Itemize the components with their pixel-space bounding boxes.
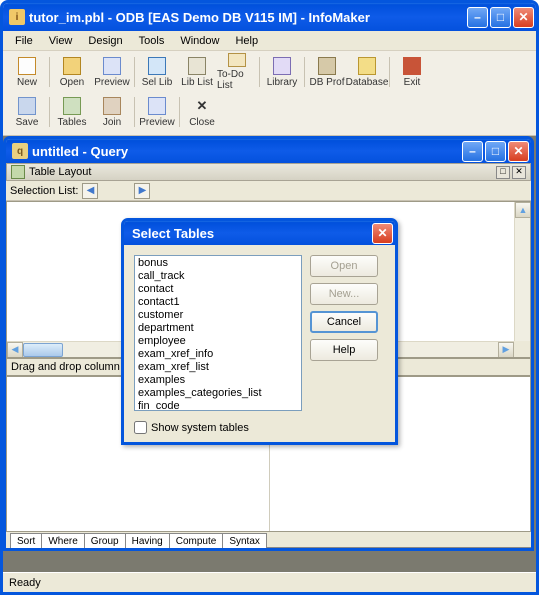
liblist-icon — [188, 57, 206, 75]
dbprof-icon — [318, 57, 336, 75]
minimize-button[interactable]: – — [467, 7, 488, 28]
table-layout-icon — [11, 165, 25, 179]
join-icon — [103, 97, 121, 115]
tab-compute[interactable]: Compute — [169, 533, 224, 548]
tool-close[interactable]: ✕Close — [182, 93, 222, 131]
preview2-icon — [148, 97, 166, 115]
tool-dbprof[interactable]: DB Prof — [307, 53, 347, 91]
child-maximize-button[interactable]: □ — [485, 141, 506, 162]
app-icon: i — [9, 9, 25, 25]
tab-syntax[interactable]: Syntax — [222, 533, 267, 548]
dialog-titlebar[interactable]: Select Tables ✕ — [124, 221, 395, 245]
query-titlebar[interactable]: q untitled - Query – □ ✕ — [6, 139, 531, 163]
list-item[interactable]: contact1 — [136, 296, 300, 309]
library-icon — [273, 57, 291, 75]
main-title: tutor_im.pbl - ODB [EAS Demo DB V115 IM]… — [29, 10, 467, 25]
tool-new[interactable]: New — [7, 53, 47, 91]
list-item[interactable]: exam_xref_list — [136, 361, 300, 374]
tool-preview[interactable]: Preview — [92, 53, 132, 91]
todo-icon — [228, 53, 246, 67]
tab-having[interactable]: Having — [125, 533, 170, 548]
tool-join[interactable]: Join — [92, 93, 132, 131]
query-title: untitled - Query — [32, 144, 462, 159]
tool-sellib[interactable]: Sel Lib — [137, 53, 177, 91]
show-system-tables-label: Show system tables — [151, 422, 249, 434]
tool-liblist[interactable]: Lib List — [177, 53, 217, 91]
list-item[interactable]: bonus — [136, 257, 300, 270]
select-tables-dialog: Select Tables ✕ bonus call_track contact… — [121, 218, 398, 445]
menu-window[interactable]: Window — [172, 33, 227, 49]
database-icon — [358, 57, 376, 75]
tab-sort[interactable]: Sort — [10, 533, 42, 548]
dialog-open-button[interactable]: Open — [310, 255, 378, 277]
maximize-button[interactable]: □ — [490, 7, 511, 28]
dialog-title: Select Tables — [132, 226, 372, 241]
tool-library[interactable]: Library — [262, 53, 302, 91]
list-item[interactable]: employee — [136, 335, 300, 348]
open-icon — [63, 57, 81, 75]
child-minimize-button[interactable]: – — [462, 141, 483, 162]
drag-hint-text: Drag and drop column — [11, 361, 120, 373]
close-button[interactable]: ✕ — [513, 7, 534, 28]
selection-next-button[interactable]: ▶ — [134, 183, 150, 199]
menu-bar: File View Design Tools Window Help — [3, 31, 536, 51]
scroll-left-button[interactable]: ◀ — [7, 342, 23, 358]
list-item[interactable]: department — [136, 322, 300, 335]
main-titlebar[interactable]: i tutor_im.pbl - ODB [EAS Demo DB V115 I… — [3, 3, 536, 31]
selection-prev-button[interactable]: ◀ — [82, 183, 98, 199]
selection-list-label: Selection List: — [10, 185, 78, 197]
list-item[interactable]: customer — [136, 309, 300, 322]
sellib-icon — [148, 57, 166, 75]
vertical-scrollbar[interactable]: ▲ — [514, 202, 530, 341]
dialog-help-button[interactable]: Help — [310, 339, 378, 361]
show-system-tables-checkbox[interactable] — [134, 421, 147, 434]
tool-exit[interactable]: Exit — [392, 53, 432, 91]
dialog-new-button[interactable]: New... — [310, 283, 378, 305]
panel-maximize-button[interactable]: □ — [496, 166, 510, 179]
menu-tools[interactable]: Tools — [131, 33, 173, 49]
tool-save[interactable]: Save — [7, 93, 47, 131]
menu-design[interactable]: Design — [80, 33, 130, 49]
tables-icon — [63, 97, 81, 115]
status-text: Ready — [9, 577, 41, 589]
panel-header-label: Table Layout — [29, 166, 496, 178]
new-icon — [18, 57, 36, 75]
child-close-button[interactable]: ✕ — [508, 141, 529, 162]
preview-icon — [103, 57, 121, 75]
close-icon: ✕ — [193, 97, 211, 115]
tool-database[interactable]: Database — [347, 53, 387, 91]
menu-help[interactable]: Help — [227, 33, 266, 49]
panel-close-button[interactable]: ✕ — [512, 166, 526, 179]
tabs-row: Sort Where Group Having Compute Syntax — [6, 532, 531, 548]
tool-tables[interactable]: Tables — [52, 93, 92, 131]
list-item[interactable]: fin_code — [136, 400, 300, 411]
save-icon — [18, 97, 36, 115]
tool-preview2[interactable]: Preview — [137, 93, 177, 131]
scroll-thumb[interactable] — [23, 343, 63, 357]
query-icon: q — [12, 143, 28, 159]
list-item[interactable]: call_track — [136, 270, 300, 283]
dialog-close-button[interactable]: ✕ — [372, 223, 393, 244]
list-item[interactable]: exam_xref_info — [136, 348, 300, 361]
dialog-cancel-button[interactable]: Cancel — [310, 311, 378, 333]
list-item[interactable]: contact — [136, 283, 300, 296]
status-bar: Ready — [3, 572, 536, 592]
tool-open[interactable]: Open — [52, 53, 92, 91]
list-item[interactable]: examples_categories_list — [136, 387, 300, 400]
panel-header: Table Layout □ ✕ — [6, 163, 531, 181]
menu-file[interactable]: File — [7, 33, 41, 49]
exit-icon — [403, 57, 421, 75]
scroll-corner — [514, 341, 530, 357]
tool-todo[interactable]: To-Do List — [217, 53, 257, 91]
scroll-right-button[interactable]: ▶ — [498, 342, 514, 358]
tab-where[interactable]: Where — [41, 533, 84, 548]
list-item[interactable]: examples — [136, 374, 300, 387]
tab-group[interactable]: Group — [84, 533, 126, 548]
tables-listbox[interactable]: bonus call_track contact contact1 custom… — [134, 255, 302, 411]
menu-view[interactable]: View — [41, 33, 81, 49]
toolbar: New Open Preview Sel Lib Lib List To-Do … — [3, 51, 536, 136]
scroll-up-button[interactable]: ▲ — [515, 202, 531, 218]
selection-list-row: Selection List: ◀ ▶ — [6, 181, 531, 201]
